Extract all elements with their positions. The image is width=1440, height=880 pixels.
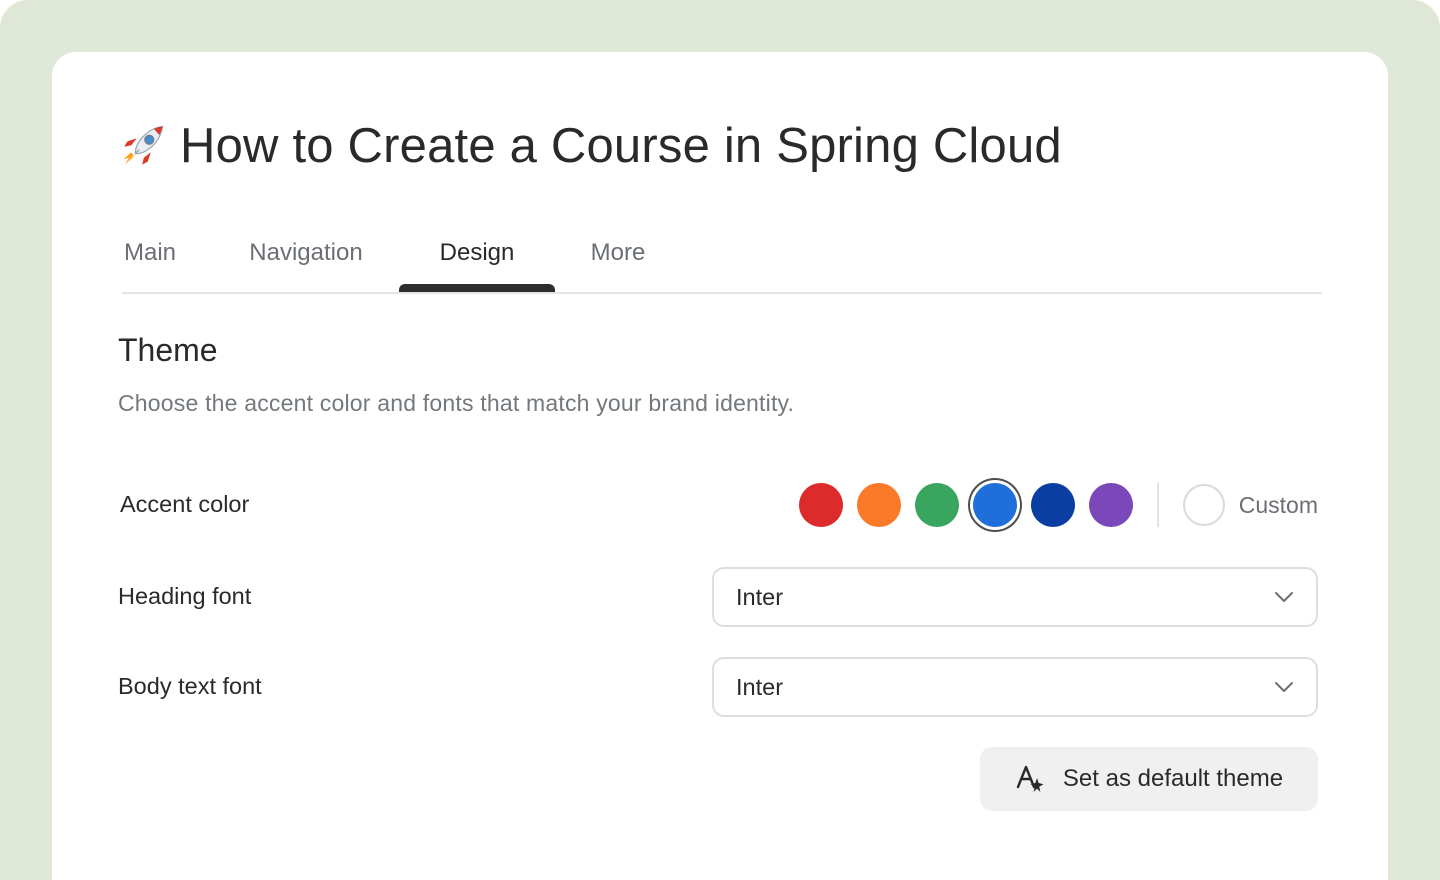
heading-font-label: Heading font [118, 583, 252, 609]
body-font-value: Inter [736, 673, 784, 700]
swatch-green[interactable] [914, 483, 959, 527]
set-default-theme-button[interactable]: Set as default theme [980, 747, 1318, 811]
text-sparkle-icon [1016, 765, 1044, 792]
tab-design[interactable]: Design [399, 222, 555, 284]
body-font-label: Body text font [118, 673, 262, 699]
page-title-text: How to Create a Course in Spring Cloud [180, 119, 1062, 173]
tab-more[interactable]: More [586, 222, 650, 284]
swatch-blue[interactable] [972, 483, 1017, 527]
swatch-purple[interactable] [1088, 483, 1133, 527]
active-tab-indicator [399, 284, 555, 292]
tab-main[interactable]: Main [118, 222, 182, 284]
chevron-down-icon [1275, 682, 1293, 692]
chevron-down-icon [1275, 592, 1293, 602]
settings-card: How to Create a Course in Spring Cloud M… [52, 52, 1388, 880]
section-description: Choose the accent color and fonts that m… [118, 390, 795, 416]
page-title: How to Create a Course in Spring Cloud [118, 114, 1062, 178]
accent-color-picker: Custom [785, 480, 1318, 530]
tab-navigation[interactable]: Navigation [244, 222, 368, 284]
set-default-theme-label: Set as default theme [1062, 765, 1284, 792]
swatch-red[interactable] [798, 483, 843, 527]
heading-font-select[interactable]: Inter [712, 567, 1318, 627]
app-background: How to Create a Course in Spring Cloud M… [0, 0, 1440, 880]
custom-color-label[interactable]: Custom [1239, 492, 1318, 519]
accent-color-label: Accent color [120, 491, 250, 517]
swatch-orange[interactable] [856, 483, 901, 527]
swatch-divider [1156, 483, 1159, 527]
custom-color-swatch[interactable] [1182, 484, 1225, 526]
tab-bar: Main Navigation Design More [122, 222, 1322, 294]
swatch-dark-blue[interactable] [1030, 483, 1075, 527]
rocket-icon [123, 125, 164, 165]
body-font-select[interactable]: Inter [712, 657, 1318, 717]
section-title: Theme [118, 332, 218, 368]
heading-font-value: Inter [736, 583, 784, 610]
